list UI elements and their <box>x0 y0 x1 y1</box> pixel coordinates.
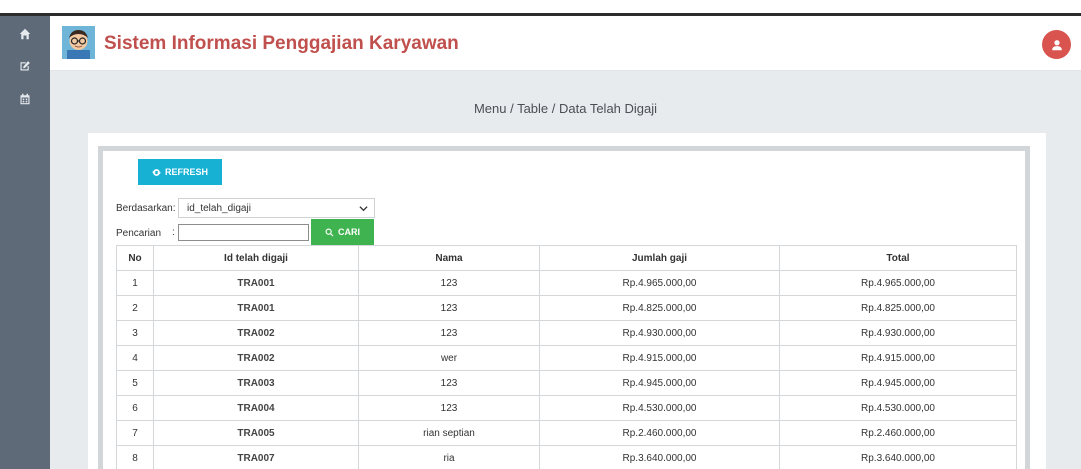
sidebar-item-calendar[interactable] <box>18 92 32 106</box>
breadcrumb: Menu / Table / Data Telah Digaji <box>473 101 658 116</box>
cell-total: Rp.4.930.000,00 <box>779 320 1017 346</box>
sidebar <box>0 16 50 469</box>
column-header-nama: Nama <box>358 245 540 271</box>
table-row: 8 TRA007 ria Rp.3.640.000,00 Rp.3.640.00… <box>116 445 1017 469</box>
cell-no: 2 <box>116 295 154 321</box>
search-input[interactable] <box>178 224 309 241</box>
edit-icon <box>20 61 30 71</box>
search-button[interactable]: CARI <box>311 219 374 245</box>
cell-no: 8 <box>116 445 154 469</box>
cell-total: Rp.3.640.000,00 <box>779 445 1017 469</box>
avatar-logo-icon <box>62 26 95 59</box>
cell-jumlah-gaji: Rp.4.530.000,00 <box>539 395 780 421</box>
filter-select[interactable]: id_telah_digaji <box>178 198 375 218</box>
salary-table: No Id telah digaji Nama Jumlah gaji Tota… <box>116 245 1017 469</box>
refresh-button-label: REFRESH <box>164 167 208 177</box>
column-header-total: Total <box>779 245 1017 271</box>
cell-id: TRA001 <box>153 295 359 321</box>
column-header-jumlah-gaji: Jumlah gaji <box>539 245 780 271</box>
cell-jumlah-gaji: Rp.4.965.000,00 <box>539 270 780 296</box>
cell-id: TRA004 <box>153 395 359 421</box>
filter-label: Berdasarkan: <box>116 203 176 214</box>
sidebar-item-edit[interactable] <box>18 59 32 73</box>
top-strip <box>0 0 1081 14</box>
cell-no: 6 <box>116 395 154 421</box>
cell-no: 7 <box>116 420 154 446</box>
cell-id: TRA005 <box>153 420 359 446</box>
cell-id: TRA002 <box>153 320 359 346</box>
table-row: 4 TRA002 wer Rp.4.915.000,00 Rp.4.915.00… <box>116 345 1017 371</box>
app-title: Sistem Informasi Penggajian Karyawan <box>104 33 459 54</box>
home-icon <box>19 28 31 40</box>
search-label: Pencarian <box>116 228 162 239</box>
search-label-separator: : <box>172 227 175 238</box>
cell-nama: 123 <box>358 270 540 296</box>
table-header-row: No Id telah digaji Nama Jumlah gaji Tota… <box>116 245 1017 271</box>
cell-jumlah-gaji: Rp.4.945.000,00 <box>539 370 780 396</box>
refresh-button[interactable]: REFRESH <box>138 159 222 185</box>
cell-id: TRA001 <box>153 270 359 296</box>
cell-jumlah-gaji: Rp.4.930.000,00 <box>539 320 780 346</box>
cell-jumlah-gaji: Rp.2.460.000,00 <box>539 420 780 446</box>
calendar-icon <box>20 93 30 105</box>
cell-jumlah-gaji: Rp.3.640.000,00 <box>539 445 780 469</box>
cell-nama: 123 <box>358 395 540 421</box>
table-row: 3 TRA002 123 Rp.4.930.000,00 Rp.4.930.00… <box>116 320 1017 346</box>
table-row: 6 TRA004 123 Rp.4.530.000,00 Rp.4.530.00… <box>116 395 1017 421</box>
cell-jumlah-gaji: Rp.4.825.000,00 <box>539 295 780 321</box>
cell-nama: 123 <box>358 295 540 321</box>
cell-id: TRA007 <box>153 445 359 469</box>
cell-no: 1 <box>116 270 154 296</box>
cell-total: Rp.4.530.000,00 <box>779 395 1017 421</box>
table-row: 5 TRA003 123 Rp.4.945.000,00 Rp.4.945.00… <box>116 370 1017 396</box>
cell-id: TRA002 <box>153 345 359 371</box>
cell-nama: 123 <box>358 320 540 346</box>
app-header: Sistem Informasi Penggajian Karyawan <box>50 16 1081 71</box>
cell-total: Rp.2.460.000,00 <box>779 420 1017 446</box>
cell-nama: wer <box>358 345 540 371</box>
cell-total: Rp.4.965.000,00 <box>779 270 1017 296</box>
table-row: 1 TRA001 123 Rp.4.965.000,00 Rp.4.965.00… <box>116 270 1017 296</box>
cell-total: Rp.4.945.000,00 <box>779 370 1017 396</box>
table-row: 2 TRA001 123 Rp.4.825.000,00 Rp.4.825.00… <box>116 295 1017 321</box>
cell-no: 5 <box>116 370 154 396</box>
cell-total: Rp.4.915.000,00 <box>779 345 1017 371</box>
table-row: 7 TRA005 rian septian Rp.2.460.000,00 Rp… <box>116 420 1017 446</box>
user-menu-button[interactable] <box>1042 30 1071 59</box>
refresh-icon <box>151 168 161 176</box>
sidebar-item-home[interactable] <box>18 27 32 41</box>
chevron-down-icon <box>359 206 368 212</box>
cell-no: 4 <box>116 345 154 371</box>
cell-id: TRA003 <box>153 370 359 396</box>
cell-jumlah-gaji: Rp.4.915.000,00 <box>539 345 780 371</box>
cell-nama: 123 <box>358 370 540 396</box>
cell-total: Rp.4.825.000,00 <box>779 295 1017 321</box>
filter-select-value: id_telah_digaji <box>187 202 251 214</box>
column-header-no: No <box>116 245 154 271</box>
user-icon <box>1051 39 1062 50</box>
search-button-label: CARI <box>338 227 360 237</box>
cell-no: 3 <box>116 320 154 346</box>
cell-nama: rian septian <box>358 420 540 446</box>
search-icon <box>325 228 334 236</box>
cell-nama: ria <box>358 445 540 469</box>
column-header-id: Id telah digaji <box>153 245 359 271</box>
